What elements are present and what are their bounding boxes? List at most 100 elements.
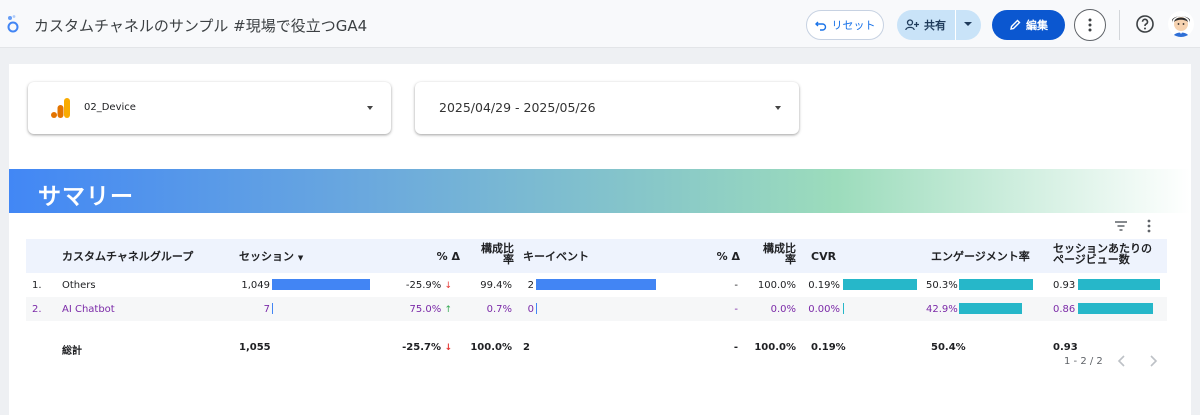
- add-person-icon: [905, 19, 919, 31]
- header-share-2-line2: 率: [785, 253, 796, 266]
- table-total-row: 総計 1,055 -25.7% ↓ 100.0% 2 - 100.0% 0.19…: [26, 335, 1167, 359]
- filter-icon[interactable]: [1113, 218, 1129, 234]
- pagination-label: 1 - 2 / 2: [1064, 356, 1103, 367]
- sessions-value: 1,049: [241, 280, 270, 291]
- pv-value: 0.86: [1053, 304, 1076, 315]
- channel-name: AI Chatbot: [62, 304, 115, 315]
- total-key-events-share: 100.0%: [754, 342, 796, 353]
- sessions-share: 99.4%: [480, 280, 512, 291]
- cvr-value: 0.00%: [808, 304, 840, 315]
- device-filter-value: 02_Device: [84, 102, 136, 113]
- undo-icon: [814, 21, 826, 31]
- engagement-bar: [959, 279, 1033, 290]
- sessions-share: 0.7%: [486, 304, 512, 315]
- header-sessions-label: セッション: [239, 250, 294, 263]
- edit-button[interactable]: 編集: [992, 10, 1065, 40]
- total-engagement: 50.4%: [931, 342, 966, 353]
- caret-down-icon[interactable]: [367, 106, 373, 110]
- row-index: 2.: [32, 304, 42, 315]
- looker-studio-logo-icon[interactable]: [6, 14, 20, 34]
- key-events-value: 0: [527, 304, 534, 315]
- header-pct-delta-2[interactable]: % Δ: [686, 251, 740, 262]
- cvr-bar: [843, 279, 917, 290]
- date-range-control[interactable]: 2025/04/29 - 2025/05/26: [415, 82, 799, 134]
- more-vert-icon: [1088, 18, 1092, 32]
- reset-label: リセット: [831, 19, 876, 32]
- header-share-1-line2: 率: [503, 253, 514, 266]
- header-sessions[interactable]: セッション ▼: [239, 251, 303, 264]
- table-row[interactable]: 2. AI Chatbot 7 75.0% ↑ 0.7% 0 - 0.0% 0.…: [26, 297, 1167, 321]
- total-sessions-delta-value: -25.7%: [402, 342, 441, 353]
- share-divider: [955, 10, 956, 40]
- sort-desc-icon: ▼: [297, 254, 304, 262]
- engagement-value: 42.9%: [926, 304, 958, 315]
- header-divider: [1119, 10, 1120, 40]
- header-engagement-rate[interactable]: エンゲージメント率: [931, 251, 1030, 262]
- sessions-delta: 75.0% ↑: [386, 304, 452, 315]
- header-channel-group[interactable]: カスタムチャネルグループ: [62, 251, 193, 262]
- key-events-value: 2: [527, 280, 534, 291]
- total-sessions-share: 100.0%: [470, 342, 512, 353]
- help-icon[interactable]: [1135, 14, 1155, 34]
- arrow-down-icon: ↓: [444, 343, 452, 353]
- pv-bar: [1078, 279, 1160, 290]
- edit-label: 編集: [1026, 19, 1048, 32]
- table-header: カスタムチャネルグループ セッション ▼ % Δ 構成比 率 キーイベント % …: [26, 239, 1167, 273]
- sessions-delta-value: 75.0%: [409, 304, 442, 315]
- header-cvr[interactable]: CVR: [811, 251, 836, 262]
- date-range-value: 2025/04/29 - 2025/05/26: [439, 100, 596, 115]
- user-avatar[interactable]: [1168, 11, 1194, 37]
- report-canvas: 02_Device 2025/04/29 - 2025/05/26 サマリー カ…: [9, 64, 1191, 415]
- sessions-bar: [272, 303, 273, 314]
- header-pv-line2: ページビュー数: [1053, 253, 1130, 266]
- row-index: 1.: [32, 280, 42, 291]
- header-key-events[interactable]: キーイベント: [523, 251, 589, 262]
- total-key-events: 2: [523, 342, 530, 353]
- header-pv-per-session[interactable]: セッションあたりの ページビュー数: [1053, 243, 1152, 265]
- pencil-icon: [1010, 19, 1021, 30]
- table-row[interactable]: 1. Others 1,049 -25.9% ↓ 99.4% 2 - 100.0…: [26, 273, 1167, 297]
- sessions-value: 7: [263, 304, 270, 315]
- header-pct-delta-1[interactable]: % Δ: [406, 251, 460, 262]
- total-pv: 0.93: [1053, 342, 1078, 353]
- cvr-bar: [843, 303, 844, 314]
- header-share-1[interactable]: 構成比 率: [474, 243, 514, 265]
- key-events-delta: -: [734, 304, 738, 315]
- key-events-share: 100.0%: [757, 280, 796, 291]
- top-bar: カスタムチャネルのサンプル #現場で役立つGA4 リセット 共有 編集: [0, 0, 1200, 48]
- share-button[interactable]: 共有: [897, 10, 981, 40]
- google-analytics-icon: [51, 98, 70, 118]
- key-events-delta: -: [734, 280, 738, 291]
- share-main[interactable]: 共有: [905, 17, 946, 33]
- total-label: 総計: [62, 346, 82, 357]
- total-sessions: 1,055: [239, 342, 271, 353]
- more-vert-icon[interactable]: [1141, 218, 1157, 234]
- share-label: 共有: [924, 19, 946, 32]
- sessions-delta-value: -25.9%: [405, 280, 442, 291]
- chevron-right-icon[interactable]: [1146, 354, 1160, 368]
- chevron-left-icon[interactable]: [1115, 354, 1129, 368]
- key-events-share: 0.0%: [770, 304, 796, 315]
- caret-down-icon[interactable]: [775, 106, 781, 110]
- reset-button[interactable]: リセット: [806, 10, 884, 40]
- channel-name: Others: [62, 280, 96, 291]
- pv-value: 0.93: [1053, 280, 1076, 291]
- header-share-2[interactable]: 構成比 率: [756, 243, 796, 265]
- more-options-button[interactable]: [1074, 9, 1106, 41]
- engagement-value: 50.3%: [926, 280, 958, 291]
- total-cvr: 0.19%: [811, 342, 846, 353]
- total-sessions-delta: -25.7% ↓: [386, 342, 452, 353]
- arrow-up-icon: ↑: [444, 305, 452, 315]
- key-events-bar: [536, 279, 656, 290]
- sessions-delta: -25.9% ↓: [386, 280, 452, 291]
- total-key-events-delta: -: [733, 342, 738, 353]
- pv-bar: [1078, 303, 1153, 314]
- cvr-value: 0.19%: [808, 280, 840, 291]
- key-events-bar: [536, 303, 537, 314]
- chevron-down-icon[interactable]: [962, 18, 974, 30]
- section-banner: サマリー: [9, 169, 1191, 213]
- sessions-bar: [272, 279, 370, 290]
- report-title[interactable]: カスタムチャネルのサンプル #現場で役立つGA4: [34, 15, 367, 36]
- device-filter-control[interactable]: 02_Device: [28, 82, 391, 134]
- engagement-bar: [959, 303, 1022, 314]
